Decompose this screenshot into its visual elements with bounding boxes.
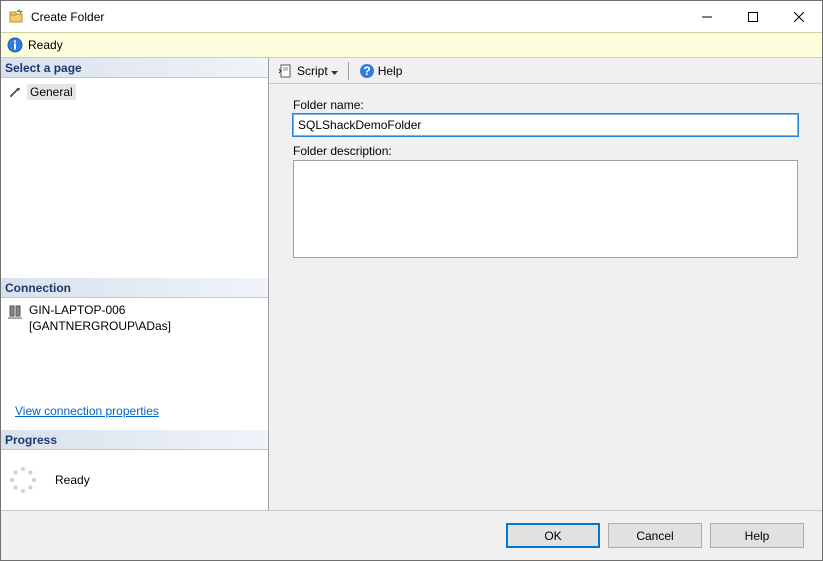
folder-description-label: Folder description: bbox=[293, 144, 798, 158]
folder-description-textarea[interactable] bbox=[293, 160, 798, 258]
page-list: General bbox=[1, 78, 268, 106]
status-strip: Ready bbox=[1, 32, 822, 58]
page-item-general[interactable]: General bbox=[5, 82, 264, 102]
dialog-window: Create Folder Ready Select a page bbox=[0, 0, 823, 561]
spacer bbox=[1, 106, 268, 278]
cancel-button[interactable]: Cancel bbox=[608, 523, 702, 548]
toolbar: Script ? Help bbox=[269, 58, 822, 84]
help-label: Help bbox=[378, 64, 403, 78]
close-button[interactable] bbox=[776, 2, 822, 32]
connection-heading: Connection bbox=[1, 278, 268, 298]
page-label: General bbox=[27, 84, 76, 100]
progress-body: Ready bbox=[1, 450, 268, 510]
window-title: Create Folder bbox=[31, 10, 684, 24]
script-label: Script bbox=[297, 64, 328, 78]
maximize-button[interactable] bbox=[730, 2, 776, 32]
connection-text: GIN-LAPTOP-006 [GANTNERGROUP\ADas] bbox=[29, 302, 171, 334]
toolbar-separator bbox=[348, 62, 349, 80]
svg-text:?: ? bbox=[363, 64, 370, 78]
wrench-icon bbox=[7, 84, 23, 100]
connection-row: GIN-LAPTOP-006 [GANTNERGROUP\ADas] bbox=[7, 302, 262, 334]
view-connection-properties-link[interactable]: View connection properties bbox=[15, 404, 159, 418]
ok-button[interactable]: OK bbox=[506, 523, 600, 548]
progress-heading: Progress bbox=[1, 430, 268, 450]
right-panel: Script ? Help Folder name: Folder descri… bbox=[269, 58, 822, 510]
dialog-body: Select a page General Connection GI bbox=[1, 58, 822, 510]
script-icon bbox=[278, 63, 294, 79]
window-controls bbox=[684, 2, 822, 32]
connection-user: [GANTNERGROUP\ADas] bbox=[29, 318, 171, 334]
folder-create-icon bbox=[9, 9, 25, 25]
spinner-icon bbox=[9, 466, 37, 494]
left-panel: Select a page General Connection GI bbox=[1, 58, 269, 510]
server-icon bbox=[7, 304, 23, 320]
connection-body: GIN-LAPTOP-006 [GANTNERGROUP\ADas] View … bbox=[1, 298, 268, 430]
help-icon: ? bbox=[359, 63, 375, 79]
chevron-down-icon bbox=[331, 64, 338, 78]
form-area: Folder name: Folder description: bbox=[269, 84, 822, 510]
titlebar[interactable]: Create Folder bbox=[1, 1, 822, 32]
help-button[interactable]: Help bbox=[710, 523, 804, 548]
folder-name-input[interactable] bbox=[293, 114, 798, 136]
script-button[interactable]: Script bbox=[273, 60, 343, 82]
connection-link-container: View connection properties bbox=[7, 404, 262, 426]
help-toolbar-button[interactable]: ? Help bbox=[354, 60, 408, 82]
button-bar: OK Cancel Help bbox=[1, 510, 822, 560]
connection-server: GIN-LAPTOP-006 bbox=[29, 302, 171, 318]
status-text: Ready bbox=[28, 38, 63, 52]
minimize-button[interactable] bbox=[684, 2, 730, 32]
info-icon bbox=[7, 37, 23, 53]
select-page-heading: Select a page bbox=[1, 58, 268, 78]
folder-name-label: Folder name: bbox=[293, 98, 798, 112]
progress-text: Ready bbox=[55, 473, 90, 487]
